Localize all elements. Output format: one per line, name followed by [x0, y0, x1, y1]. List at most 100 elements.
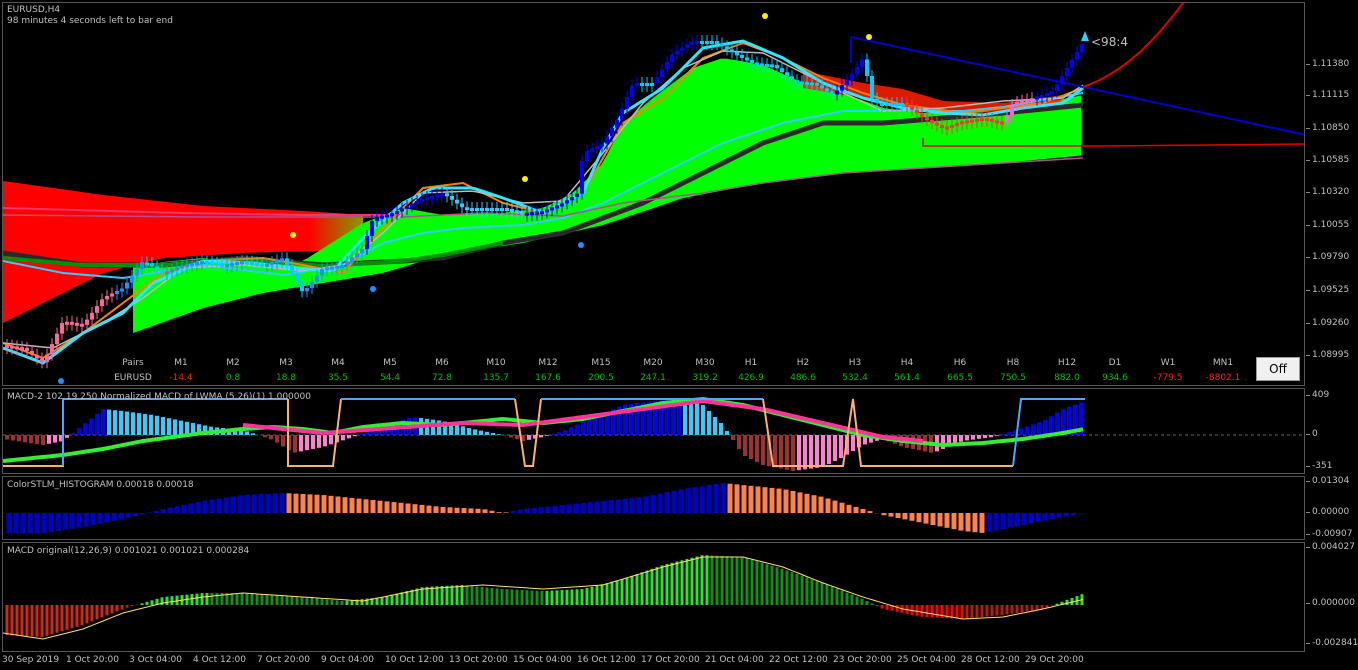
candle-body — [845, 79, 849, 86]
macd2-bar — [1001, 434, 1005, 435]
macd-bar — [445, 585, 449, 605]
stlm-bar — [846, 504, 852, 513]
stlm-bar — [230, 496, 236, 513]
candle-body — [555, 205, 559, 209]
main-chart-pane[interactable]: EURUSD,H4 98 minutes 4 seconds left to b… — [2, 2, 1305, 386]
time-axis-label: 21 Oct 04:00 — [705, 655, 764, 665]
stlm-bar — [55, 513, 61, 531]
macd2-bar — [113, 410, 117, 435]
macd-bar — [280, 595, 284, 605]
macd2-bar — [515, 435, 519, 440]
macd2-bar — [593, 416, 597, 435]
time-axis-label: 10 Oct 12:00 — [385, 655, 444, 665]
off-button[interactable]: Off — [1256, 357, 1300, 381]
candle-body — [335, 265, 339, 269]
macd-bar — [555, 590, 559, 605]
stlm-bar — [958, 513, 964, 531]
macd-bar — [760, 562, 764, 605]
candle-body — [725, 46, 729, 50]
pairs-timeframe: M20 — [643, 358, 663, 368]
macd-bar — [80, 605, 84, 626]
candle-body — [65, 321, 69, 325]
macd-bar — [685, 559, 689, 605]
stlm-bar — [405, 503, 411, 513]
pairs-timeframe: D1 — [1108, 358, 1122, 368]
macd-bar — [500, 588, 504, 605]
candle-body — [5, 345, 9, 348]
candle-body — [290, 265, 294, 274]
macd-bar — [1025, 605, 1029, 612]
price-scale[interactable]: 1.11380 1.11115 1.10850 1.10585 1.10320 1.100… — [1306, 2, 1358, 386]
candle-body — [285, 258, 289, 265]
macd-bar — [510, 589, 514, 605]
scale-tick — [1306, 257, 1310, 258]
stlm-bar — [832, 500, 838, 513]
candle-body — [835, 90, 839, 95]
candle-body — [130, 275, 134, 283]
stlm-bar — [706, 485, 712, 513]
macd2-bar — [1043, 419, 1047, 435]
candle-body — [980, 118, 984, 122]
scale-label: 1.10320 — [1312, 187, 1350, 197]
macd-bar — [660, 565, 664, 605]
macd-bar — [285, 595, 289, 605]
fractal-dot — [370, 286, 376, 292]
macd-bar — [965, 605, 969, 619]
stlm-bar — [559, 505, 565, 513]
candle-body — [180, 265, 184, 269]
fractal-dot — [762, 13, 768, 19]
macd2-bar — [485, 431, 489, 435]
candle-body — [970, 119, 974, 123]
scale-tick — [1306, 547, 1310, 548]
time-axis-label: 22 Oct 12:00 — [769, 655, 828, 665]
scale-label: -0.002841 — [1312, 638, 1358, 648]
stlm-bar — [384, 501, 390, 513]
pairs-value: -779.5 — [1153, 373, 1183, 383]
stlm-bar — [398, 502, 404, 513]
stlm-bar — [167, 507, 173, 513]
candle-body — [500, 208, 504, 211]
macd2-bar — [281, 435, 285, 447]
candle-body — [890, 103, 894, 106]
candle-body — [930, 120, 934, 123]
candle-body — [600, 143, 604, 147]
macd2-pane[interactable]: MACD-2 102 19 250 Normalized MACD of LWM… — [2, 388, 1305, 474]
candle-body — [690, 41, 694, 45]
candle-body — [30, 351, 34, 355]
candle-body — [575, 193, 579, 197]
candle-body — [865, 59, 869, 76]
stlm-bar — [461, 508, 467, 513]
macd-bar — [1065, 599, 1069, 605]
candle-body — [415, 201, 419, 204]
scale-tick — [1306, 225, 1310, 226]
macd-bar — [655, 567, 659, 605]
candle-body — [915, 109, 919, 114]
candle-body — [1045, 93, 1049, 97]
candle-body — [805, 81, 809, 85]
stlm-pane[interactable]: ColorSTLM_HISTOGRAM 0.00018 0.00018 — [2, 476, 1305, 540]
candle-body — [760, 63, 764, 67]
stlm-bar — [909, 513, 915, 521]
stlm-bar — [503, 512, 509, 513]
macd2-bar — [251, 433, 255, 435]
scale-tick — [1306, 434, 1310, 435]
macd-bar — [230, 593, 234, 605]
macd-bar — [250, 593, 254, 605]
macd-bar — [65, 605, 69, 630]
candle-body — [480, 208, 484, 211]
macd-bar — [415, 588, 419, 605]
macd-pane[interactable]: MACD original(12,26,9) 0.001021 0.001021… — [2, 542, 1305, 652]
candle-body — [325, 267, 329, 271]
macd2-bar — [317, 435, 321, 448]
macd-bar — [490, 587, 494, 605]
stlm-bar — [216, 498, 222, 513]
candle-body — [815, 82, 819, 86]
stlm-bar — [1000, 513, 1006, 529]
macd2-bar — [755, 435, 759, 462]
macd-bar — [730, 556, 734, 605]
stlm-bar — [643, 496, 649, 513]
macd-bar — [715, 555, 719, 605]
candle-body — [620, 108, 624, 120]
stlm-bar — [111, 513, 117, 521]
candle-body — [610, 128, 614, 137]
